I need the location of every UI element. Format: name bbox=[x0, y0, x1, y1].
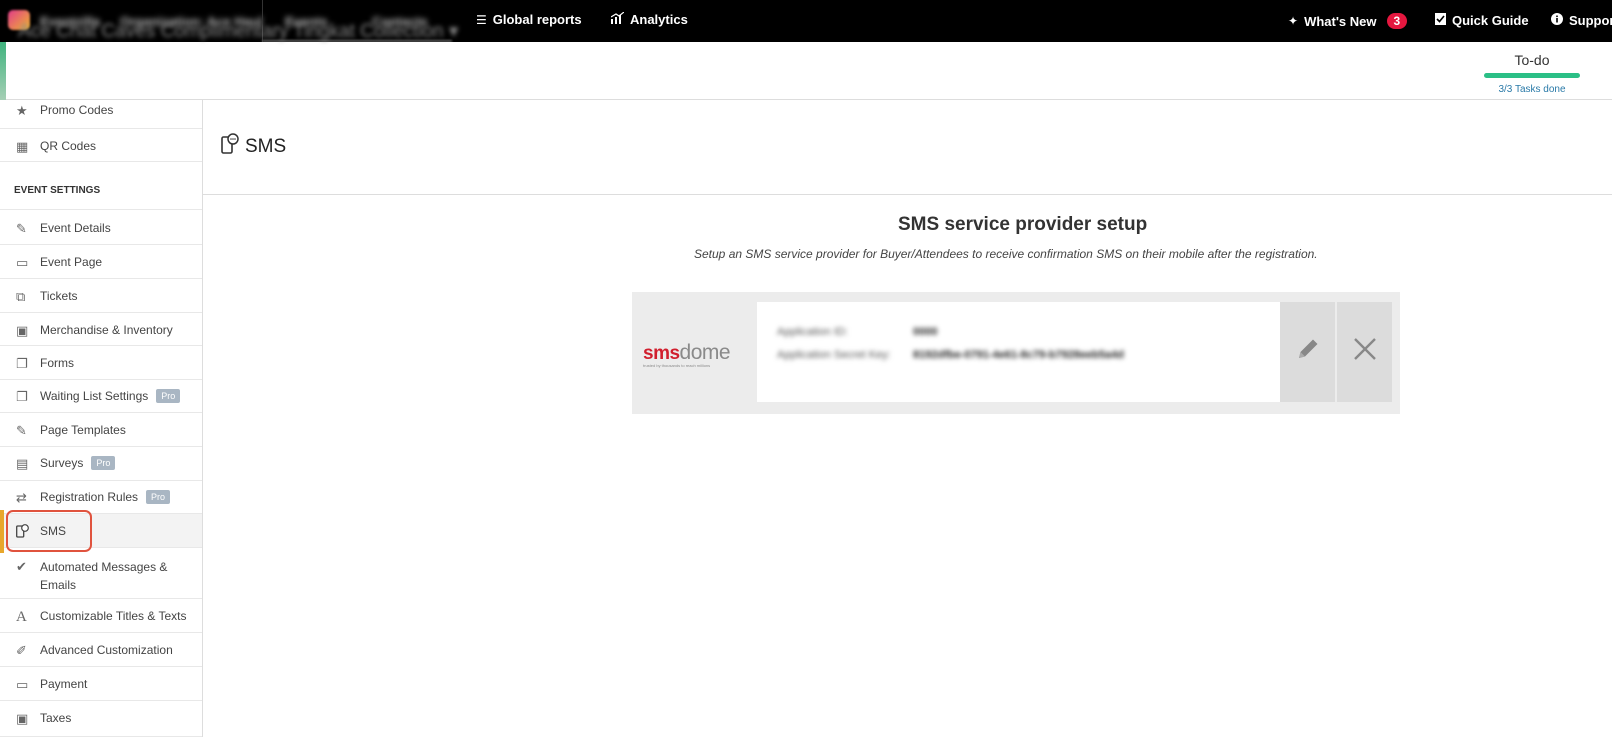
shuffle-icon: ⇄ bbox=[16, 490, 27, 505]
setup-title: SMS service provider setup bbox=[898, 214, 1148, 235]
support-label: Suppor bbox=[1569, 13, 1612, 28]
check-circle-icon: ✔ bbox=[16, 559, 27, 574]
nav-global-reports-label: Global reports bbox=[492, 12, 582, 27]
event-title: Ace Chat Caves Complimentary Tingkat Col… bbox=[18, 21, 444, 42]
app-id-label: Application ID: bbox=[777, 326, 848, 338]
logo-sms-text: sms bbox=[643, 343, 680, 364]
event-header-accent bbox=[0, 42, 6, 100]
sidebar-item-taxes[interactable]: ▣ Taxes bbox=[0, 701, 202, 737]
secret-key-label: Application Secret Key: bbox=[777, 349, 891, 361]
todo-status: 3/3 Tasks done bbox=[1498, 84, 1566, 95]
whats-new-button[interactable]: ✦ What's New 3 bbox=[1288, 13, 1408, 29]
sidebar-item-label: Promo Codes bbox=[40, 103, 114, 117]
list-icon: ☰ bbox=[476, 12, 487, 27]
sidebar-item-label: QR Codes bbox=[40, 139, 97, 153]
qr-code-icon: ▦ bbox=[16, 139, 29, 154]
briefcase-icon: ▣ bbox=[16, 323, 29, 338]
sidebar-item-forms[interactable]: ❐ Forms bbox=[0, 346, 202, 380]
sms-highlight-annotation bbox=[6, 510, 92, 552]
provider-credentials: Application ID: 0000 Application Secret … bbox=[757, 302, 1280, 402]
edit-icon: ✎ bbox=[16, 221, 27, 236]
sidebar-item-label: Forms bbox=[40, 356, 74, 370]
sidebar-item-label: Event Details bbox=[40, 221, 111, 235]
event-title-selector[interactable]: Ace Chat Caves Complimentary Tingkat Col… bbox=[18, 20, 458, 43]
support-button[interactable]: Suppor bbox=[1551, 13, 1612, 28]
todo-widget[interactable]: To-do 3/3 Tasks done bbox=[1484, 52, 1580, 95]
sidebar-item-promo-codes[interactable]: ★ Promo Codes bbox=[0, 100, 202, 129]
quick-guide-label: Quick Guide bbox=[1452, 13, 1529, 28]
sidebar-item-automated-messages[interactable]: ✔ Automated Messages & Emails bbox=[0, 548, 202, 599]
sidebar-left-edge-marker bbox=[0, 510, 4, 553]
sidebar-item-label: Payment bbox=[40, 677, 88, 691]
sidebar-item-label: Customizable Titles & Texts bbox=[40, 609, 187, 623]
star-icon: ★ bbox=[16, 103, 28, 118]
sidebar-item-tickets[interactable]: ⧉ Tickets bbox=[0, 279, 202, 313]
event-header bbox=[0, 42, 1612, 100]
sidebar-item-label: Automated Messages & Emails bbox=[40, 560, 168, 592]
secret-key-value: 8192dfbe-0791-4e61-8c79-b7928eeb5a4d bbox=[913, 349, 1124, 361]
sidebar-item-waiting-list[interactable]: ❐ Waiting List Settings Pro bbox=[0, 380, 202, 413]
app-id-value: 0000 bbox=[913, 326, 938, 338]
todo-progress-bar bbox=[1484, 73, 1580, 78]
logo-tagline: trusted by thousands to reach millions bbox=[643, 363, 711, 368]
setup-description: Setup an SMS service provider for Buyer/… bbox=[694, 247, 1318, 261]
sidebar-item-label: Merchandise & Inventory bbox=[40, 323, 173, 337]
remove-provider-button[interactable] bbox=[1337, 302, 1392, 402]
document-icon: ▤ bbox=[16, 456, 29, 471]
smsdome-logo: smsdome trusted by thousands to reach mi… bbox=[643, 341, 749, 368]
wrench-icon: ✐ bbox=[16, 643, 27, 658]
page-title: SMS bbox=[245, 135, 287, 157]
sidebar-item-label: Waiting List Settings bbox=[40, 389, 149, 403]
sidebar-item-label: Tickets bbox=[40, 289, 78, 303]
analytics-icon bbox=[610, 11, 625, 27]
whats-new-count-badge: 3 bbox=[1386, 13, 1408, 29]
pencil-icon bbox=[1295, 336, 1321, 369]
sparkle-icon: ✦ bbox=[1288, 14, 1299, 28]
monitor-icon: ▭ bbox=[16, 255, 29, 270]
sidebar-item-qr-codes[interactable]: ▦ QR Codes bbox=[0, 129, 202, 162]
sidebar-item-page-templates[interactable]: ✎ Page Templates bbox=[0, 413, 202, 447]
checklist-icon bbox=[1435, 13, 1446, 28]
font-icon: A bbox=[16, 609, 27, 625]
nav-analytics[interactable]: Analytics bbox=[610, 11, 688, 27]
info-icon bbox=[1551, 13, 1563, 28]
sidebar-item-label: Page Templates bbox=[40, 423, 126, 437]
sidebar-item-label: Event Page bbox=[40, 255, 103, 269]
edit-provider-button[interactable] bbox=[1280, 302, 1335, 402]
forms-icon: ❐ bbox=[16, 356, 28, 371]
nav-global-reports[interactable]: ☰ Global reports bbox=[476, 12, 582, 27]
logo-dome-text: dome bbox=[679, 341, 731, 364]
sidebar-item-label: Taxes bbox=[40, 711, 72, 725]
pro-badge: Pro bbox=[146, 490, 171, 504]
nav-analytics-label: Analytics bbox=[630, 12, 688, 27]
page-header-divider bbox=[203, 194, 1612, 195]
sidebar-item-merchandise[interactable]: ▣ Merchandise & Inventory bbox=[0, 313, 202, 346]
sidebar-item-customizable-titles[interactable]: A Customizable Titles & Texts bbox=[0, 599, 202, 633]
sidebar-item-advanced-customization[interactable]: ✐ Advanced Customization bbox=[0, 633, 202, 667]
sidebar-item-label: Registration Rules bbox=[40, 490, 139, 504]
todo-label: To-do bbox=[1514, 52, 1550, 68]
money-icon: ▣ bbox=[16, 711, 29, 726]
sidebar-item-event-details[interactable]: ✎ Event Details bbox=[0, 211, 202, 245]
pro-badge: Pro bbox=[91, 456, 116, 470]
pro-badge: Pro bbox=[156, 389, 181, 403]
sms-icon bbox=[221, 133, 239, 160]
close-icon bbox=[1352, 336, 1378, 369]
sidebar-item-payment[interactable]: ▭ Payment bbox=[0, 667, 202, 701]
ticket-icon: ⧉ bbox=[16, 289, 26, 304]
whats-new-label: What's New bbox=[1304, 13, 1377, 29]
quick-guide-button[interactable]: Quick Guide bbox=[1435, 13, 1529, 28]
page-header: SMS bbox=[221, 133, 286, 160]
sidebar-item-label: Surveys bbox=[40, 456, 84, 470]
sidebar-item-event-page[interactable]: ▭ Event Page bbox=[0, 245, 202, 279]
sidebar-section-divider bbox=[0, 177, 202, 210]
copy-icon: ❐ bbox=[16, 389, 28, 404]
sidebar-item-surveys[interactable]: ▤ Surveys Pro bbox=[0, 447, 202, 481]
sidebar-item-label: Advanced Customization bbox=[40, 643, 173, 657]
edit-icon: ✎ bbox=[16, 423, 27, 438]
credit-card-icon: ▭ bbox=[16, 677, 29, 692]
